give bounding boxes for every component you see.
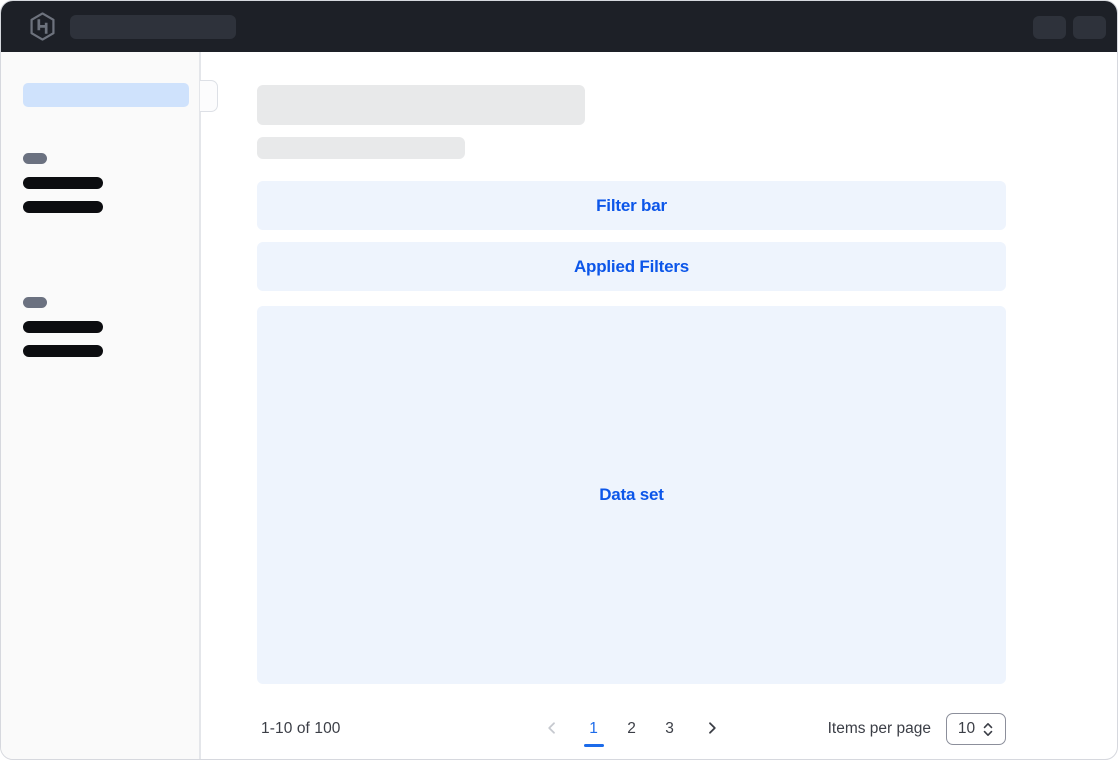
applied-filters-label: Applied Filters: [574, 257, 689, 277]
chevrons-up-down-icon: [982, 722, 994, 737]
topbar-profile-button[interactable]: [1073, 16, 1106, 39]
sidebar-section-label: [23, 153, 47, 164]
data-set-region: Data set: [257, 306, 1006, 684]
pager: 1 2 3: [539, 709, 725, 749]
sidebar-item[interactable]: [23, 201, 103, 213]
sidebar-item[interactable]: [23, 345, 103, 357]
page-button-2[interactable]: 2: [617, 712, 647, 746]
sidebar-item[interactable]: [23, 177, 103, 189]
next-page-button[interactable]: [699, 712, 725, 746]
pagination-bar: 1-10 of 100 1 2 3 Items per page: [257, 709, 1006, 749]
hashicorp-logo-icon: [28, 12, 57, 41]
topbar-action-button[interactable]: [1033, 16, 1066, 39]
sidebar-toggle[interactable]: [200, 80, 218, 112]
items-per-page: Items per page 10: [828, 709, 1006, 749]
chevron-left-icon: [545, 721, 559, 738]
sidebar-item[interactable]: [23, 321, 103, 333]
topbar: [1, 1, 1117, 52]
app-frame: Filter bar Applied Filters Data set 1-10…: [0, 0, 1118, 760]
sidebar-item-active[interactable]: [23, 83, 189, 107]
chevron-right-icon: [705, 721, 719, 738]
filter-bar-label: Filter bar: [596, 196, 667, 216]
page-title-skeleton: [257, 85, 585, 125]
page-button-1[interactable]: 1: [579, 712, 609, 746]
filter-bar-region: Filter bar: [257, 181, 1006, 230]
items-per-page-label: Items per page: [828, 720, 931, 738]
items-per-page-value: 10: [958, 720, 975, 738]
search-input[interactable]: [70, 15, 236, 39]
data-set-label: Data set: [599, 485, 664, 505]
items-per-page-select[interactable]: 10: [946, 713, 1006, 745]
prev-page-button[interactable]: [539, 712, 565, 746]
pagination-summary: 1-10 of 100: [261, 709, 341, 749]
page-subtitle-skeleton: [257, 137, 465, 159]
applied-filters-region: Applied Filters: [257, 242, 1006, 291]
sidebar: [1, 52, 201, 760]
sidebar-section-label: [23, 297, 47, 308]
page-button-3[interactable]: 3: [655, 712, 685, 746]
